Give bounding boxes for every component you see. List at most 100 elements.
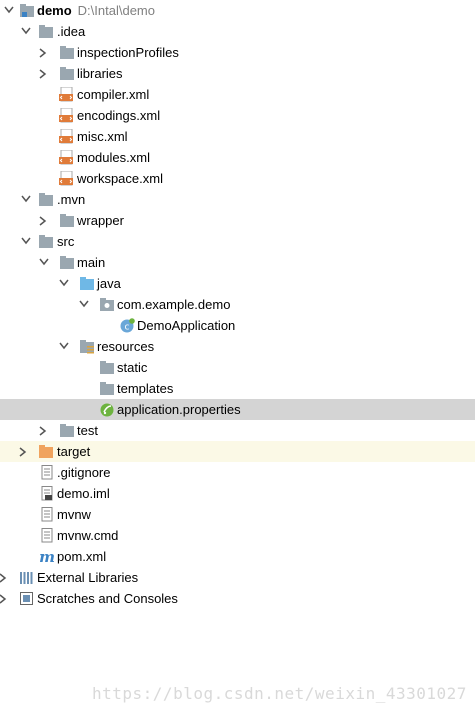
tree-label: External Libraries bbox=[37, 570, 139, 585]
tree-label: target bbox=[57, 444, 91, 459]
chevron-down-icon[interactable] bbox=[20, 231, 32, 252]
tree-row-demo-root[interactable]: demo D:\Intal\demo bbox=[0, 0, 475, 21]
spring-boot-class-icon: c bbox=[119, 318, 135, 333]
xml-file-icon bbox=[59, 86, 75, 102]
chevron-right-icon[interactable] bbox=[0, 588, 10, 609]
scratches-icon bbox=[19, 591, 35, 606]
tree-row-application-properties[interactable]: application.properties bbox=[0, 399, 475, 420]
maven-file-icon: m bbox=[39, 548, 55, 566]
tree-label: compiler.xml bbox=[77, 87, 150, 102]
chevron-down-icon[interactable] bbox=[38, 252, 50, 273]
folder-icon bbox=[59, 423, 75, 438]
tree-label: mvnw bbox=[57, 507, 91, 522]
tree-row-libraries[interactable]: libraries bbox=[0, 63, 475, 84]
tree-row-encodings-xml[interactable]: encodings.xml bbox=[0, 105, 475, 126]
tree-label: java bbox=[97, 276, 121, 291]
chevron-down-icon[interactable] bbox=[20, 189, 32, 210]
text-file-icon bbox=[40, 465, 56, 480]
tree-label: src bbox=[57, 234, 75, 249]
tree-row-demo-iml[interactable]: demo.iml bbox=[0, 483, 475, 504]
tree-row-workspace-xml[interactable]: workspace.xml bbox=[0, 168, 475, 189]
xml-file-icon bbox=[59, 170, 75, 186]
spring-properties-icon bbox=[99, 402, 115, 417]
tree-label: application.properties bbox=[117, 402, 241, 417]
tree-row-compiler-xml[interactable]: compiler.xml bbox=[0, 84, 475, 105]
folder-icon bbox=[59, 45, 75, 60]
folder-icon bbox=[38, 24, 54, 39]
tree-row-target[interactable]: target bbox=[0, 441, 475, 462]
tree-label: libraries bbox=[77, 66, 123, 81]
tree-label: mvnw.cmd bbox=[57, 528, 119, 543]
xml-file-icon bbox=[59, 107, 75, 123]
watermark-url: https://blog.csdn.net/weixin_43301027 bbox=[92, 684, 467, 703]
project-name: demo D:\Intal\demo bbox=[37, 3, 155, 18]
project-folder-icon bbox=[19, 3, 35, 18]
chevron-right-icon[interactable] bbox=[38, 420, 50, 441]
tree-row-mvnw-cmd[interactable]: mvnw.cmd bbox=[0, 525, 475, 546]
tree-row-src[interactable]: src bbox=[0, 231, 475, 252]
chevron-right-icon[interactable] bbox=[38, 42, 50, 63]
tree-label: wrapper bbox=[77, 213, 124, 228]
chevron-right-icon[interactable] bbox=[18, 441, 30, 462]
tree-label: templates bbox=[117, 381, 174, 396]
chevron-down-icon[interactable] bbox=[3, 0, 15, 21]
folder-icon bbox=[38, 234, 54, 249]
tree-row-resources[interactable]: resources bbox=[0, 336, 475, 357]
chevron-down-icon[interactable] bbox=[78, 294, 90, 315]
tree-label: misc.xml bbox=[77, 129, 128, 144]
source-folder-icon bbox=[79, 276, 95, 291]
folder-icon bbox=[99, 360, 115, 375]
module-file-icon bbox=[40, 486, 56, 501]
tree-row-inspection-profiles[interactable]: inspectionProfiles bbox=[0, 42, 475, 63]
tree-label: demo.iml bbox=[57, 486, 110, 501]
xml-file-icon bbox=[59, 128, 75, 144]
chevron-down-icon[interactable] bbox=[58, 273, 70, 294]
tree-row-templates[interactable]: templates bbox=[0, 378, 475, 399]
chevron-down-icon[interactable] bbox=[20, 21, 32, 42]
folder-icon bbox=[59, 255, 75, 270]
tree-label: com.example.demo bbox=[117, 297, 231, 312]
tree-label: resources bbox=[97, 339, 155, 354]
tree-row-gitignore[interactable]: .gitignore bbox=[0, 462, 475, 483]
tree-row-mvn[interactable]: .mvn bbox=[0, 189, 475, 210]
library-icon bbox=[19, 570, 35, 585]
tree-row-static[interactable]: static bbox=[0, 357, 475, 378]
tree-row-misc-xml[interactable]: misc.xml bbox=[0, 126, 475, 147]
tree-row-demo-application[interactable]: c DemoApplication bbox=[0, 315, 475, 336]
tree-row-pom-xml[interactable]: m pom.xml bbox=[0, 546, 475, 567]
chevron-right-icon[interactable] bbox=[38, 63, 50, 84]
tree-label: modules.xml bbox=[77, 150, 150, 165]
tree-row-java[interactable]: java bbox=[0, 273, 475, 294]
tree-row-modules-xml[interactable]: modules.xml bbox=[0, 147, 475, 168]
excluded-folder-icon bbox=[38, 444, 54, 459]
chevron-down-icon[interactable] bbox=[58, 336, 70, 357]
folder-icon bbox=[99, 381, 115, 396]
tree-label: Scratches and Consoles bbox=[37, 591, 178, 606]
tree-row-idea[interactable]: .idea bbox=[0, 21, 475, 42]
tree-label: encodings.xml bbox=[77, 108, 161, 123]
tree-label: .gitignore bbox=[57, 465, 111, 480]
folder-icon bbox=[38, 192, 54, 207]
tree-row-package[interactable]: com.example.demo bbox=[0, 294, 475, 315]
xml-file-icon bbox=[59, 149, 75, 165]
project-tree: demo D:\Intal\demo .idea inspectionProfil… bbox=[0, 0, 475, 609]
tree-row-external-libraries[interactable]: External Libraries bbox=[0, 567, 475, 588]
tree-row-main[interactable]: main bbox=[0, 252, 475, 273]
package-icon bbox=[99, 297, 115, 312]
tree-row-test[interactable]: test bbox=[0, 420, 475, 441]
tree-label: static bbox=[117, 360, 148, 375]
chevron-right-icon[interactable] bbox=[38, 210, 50, 231]
tree-row-wrapper[interactable]: wrapper bbox=[0, 210, 475, 231]
project-path: D:\Intal\demo bbox=[77, 3, 155, 18]
tree-label: workspace.xml bbox=[77, 171, 163, 186]
resources-folder-icon bbox=[79, 339, 95, 354]
tree-label: inspectionProfiles bbox=[77, 45, 179, 60]
text-file-icon bbox=[40, 528, 56, 543]
tree-label: main bbox=[77, 255, 106, 270]
folder-icon bbox=[59, 66, 75, 81]
tree-label: .mvn bbox=[57, 192, 86, 207]
tree-row-mvnw[interactable]: mvnw bbox=[0, 504, 475, 525]
text-file-icon bbox=[40, 507, 56, 522]
chevron-right-icon[interactable] bbox=[0, 567, 10, 588]
tree-row-scratches[interactable]: Scratches and Consoles bbox=[0, 588, 475, 609]
